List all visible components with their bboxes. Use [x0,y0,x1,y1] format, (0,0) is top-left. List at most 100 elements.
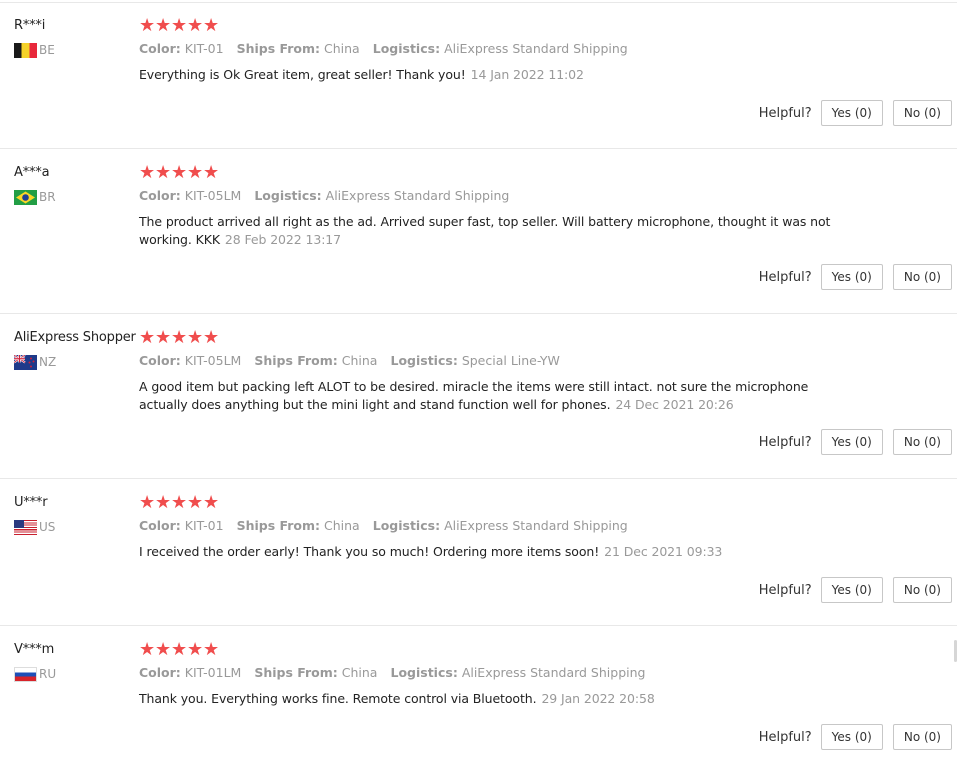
star-icon: ★ [202,492,220,513]
meta-value: KIT-05LM [184,188,242,203]
review-text-block: I received the order early! Thank you so… [139,543,859,561]
star-icon: ★ [202,327,220,348]
review-text-block: Everything is Ok Great item, great selle… [139,66,859,84]
reviewer-info: R***i BE [14,18,55,58]
star-rating: ★ ★ ★ ★ ★ [139,641,859,659]
star-icon: ★ [202,162,220,183]
helpful-no-button[interactable]: No (0) [892,724,952,750]
review-date: 28 Feb 2022 13:17 [224,232,342,247]
star-icon: ★ [186,15,204,36]
meta-value: Special Line-YW [461,353,560,368]
star-icon: ★ [154,492,172,513]
review-item: R***i BE ★ ★ ★ ★ ★ Color: KIT-01 Ships From: … [0,15,957,149]
order-details: Color: KIT-05LM Ships From: China Logistic… [139,353,859,369]
star-icon: ★ [186,492,204,513]
helpful-no-button[interactable]: No (0) [892,429,952,455]
order-details: Color: KIT-01 Ships From: China Logistics:… [139,41,859,57]
review-content: ★ ★ ★ ★ ★ Color: KIT-05LM Logistics: AliExpre… [139,164,859,249]
review-text: Thank you. Everything works fine. Remote… [139,691,537,706]
helpful-yes-button[interactable]: Yes (0) [820,577,883,603]
helpful-no-button[interactable]: No (0) [892,100,952,126]
top-divider [0,2,957,3]
review-divider [0,148,957,149]
reviewer-name: R***i [14,18,46,33]
reviewer-name: A***a [14,165,50,180]
helpful-yes-button[interactable]: Yes (0) [820,724,883,750]
meta-label: Ships From: [254,665,338,680]
helpful-yes-button[interactable]: Yes (0) [820,100,883,126]
meta-value: AliExpress Standard Shipping [461,665,646,680]
meta-value: KIT-01LM [184,665,242,680]
helpful-yes-button[interactable]: Yes (0) [820,264,883,290]
review-date: 29 Jan 2022 20:58 [541,691,655,706]
review-divider [0,478,957,479]
meta-value: AliExpress Standard Shipping [444,518,628,533]
review-divider [0,625,957,626]
star-icon: ★ [186,162,204,183]
meta-value: China [341,665,378,680]
star-icon: ★ [170,15,188,36]
country-code: BE [39,43,55,57]
meta-label: Logistics: [390,353,458,368]
star-icon: ★ [170,492,188,513]
meta-label: Logistics: [254,188,322,203]
meta-value: KIT-01 [184,41,224,56]
meta-value: China [341,353,378,368]
brazil-flag-icon [14,190,37,205]
review-item: A***a BR ★ ★ ★ ★ ★ Color: KIT-05LM Logistics:… [0,164,957,314]
meta-value: China [324,518,360,533]
new-zealand-flag-icon [14,355,37,370]
review-content: ★ ★ ★ ★ ★ Color: KIT-01 Ships From: China Logi… [139,15,859,84]
review-item: U***r US ★ ★ ★ ★ ★ Color: KIT-01 Ships From: … [0,492,957,626]
star-icon: ★ [170,327,188,348]
reviewer-name: U***r [14,495,48,510]
helpful-votes: Helpful? Yes (0) No (0) [759,429,952,455]
reviewer-country: BR [14,190,56,205]
review-text-block: The product arrived all right as the ad.… [139,213,859,249]
reviewer-country: BE [14,43,55,58]
star-rating: ★ ★ ★ ★ ★ [139,329,859,347]
country-code: RU [39,667,57,681]
meta-value: China [324,41,360,56]
star-icon: ★ [139,639,156,660]
reviewer-country: US [14,520,55,535]
meta-label: Color: [139,518,181,533]
order-details: Color: KIT-05LM Logistics: AliExpress Sta… [139,188,859,204]
review-item: AliExpress Shopper NZ ★ ★ ★ ★ ★ Color: K… [0,329,957,479]
meta-label: Logistics: [390,665,458,680]
star-icon: ★ [139,15,156,36]
meta-label: Color: [139,188,181,203]
meta-label: Ships From: [254,353,338,368]
helpful-label: Helpful? [758,269,812,285]
star-icon: ★ [154,15,172,36]
meta-label: Ships From: [236,41,321,56]
reviewer-name: AliExpress Shopper [14,330,136,345]
meta-label: Color: [139,353,181,368]
review-text: Everything is Ok Great item, great selle… [139,67,466,82]
helpful-no-button[interactable]: No (0) [892,264,952,290]
reviewer-country: NZ [14,355,136,370]
star-icon: ★ [139,327,156,348]
helpful-label: Helpful? [758,582,812,598]
russia-flag-icon [14,667,37,682]
helpful-label: Helpful? [758,105,812,121]
usa-flag-icon [14,520,37,535]
reviewer-info: U***r US [14,495,55,535]
review-content: ★ ★ ★ ★ ★ Color: KIT-01 Ships From: China Logi… [139,492,859,561]
meta-label: Logistics: [372,41,441,56]
star-rating: ★ ★ ★ ★ ★ [139,164,859,182]
review-text: I received the order early! Thank you so… [139,544,600,559]
star-icon: ★ [186,639,204,660]
helpful-no-button[interactable]: No (0) [892,577,952,603]
review-content: ★ ★ ★ ★ ★ Color: KIT-01LM Ships From: China Lo… [139,641,859,708]
star-icon: ★ [170,639,188,660]
country-code: US [39,520,56,534]
star-icon: ★ [170,162,188,183]
reviewer-country: RU [14,667,56,682]
order-details: Color: KIT-01 Ships From: China Logistics:… [139,518,859,534]
helpful-label: Helpful? [758,729,812,745]
review-date: 24 Dec 2021 20:26 [615,397,734,412]
review-date: 21 Dec 2021 09:33 [604,544,723,559]
review-content: ★ ★ ★ ★ ★ Color: KIT-05LM Ships From: China Lo… [139,329,859,414]
helpful-yes-button[interactable]: Yes (0) [820,429,883,455]
